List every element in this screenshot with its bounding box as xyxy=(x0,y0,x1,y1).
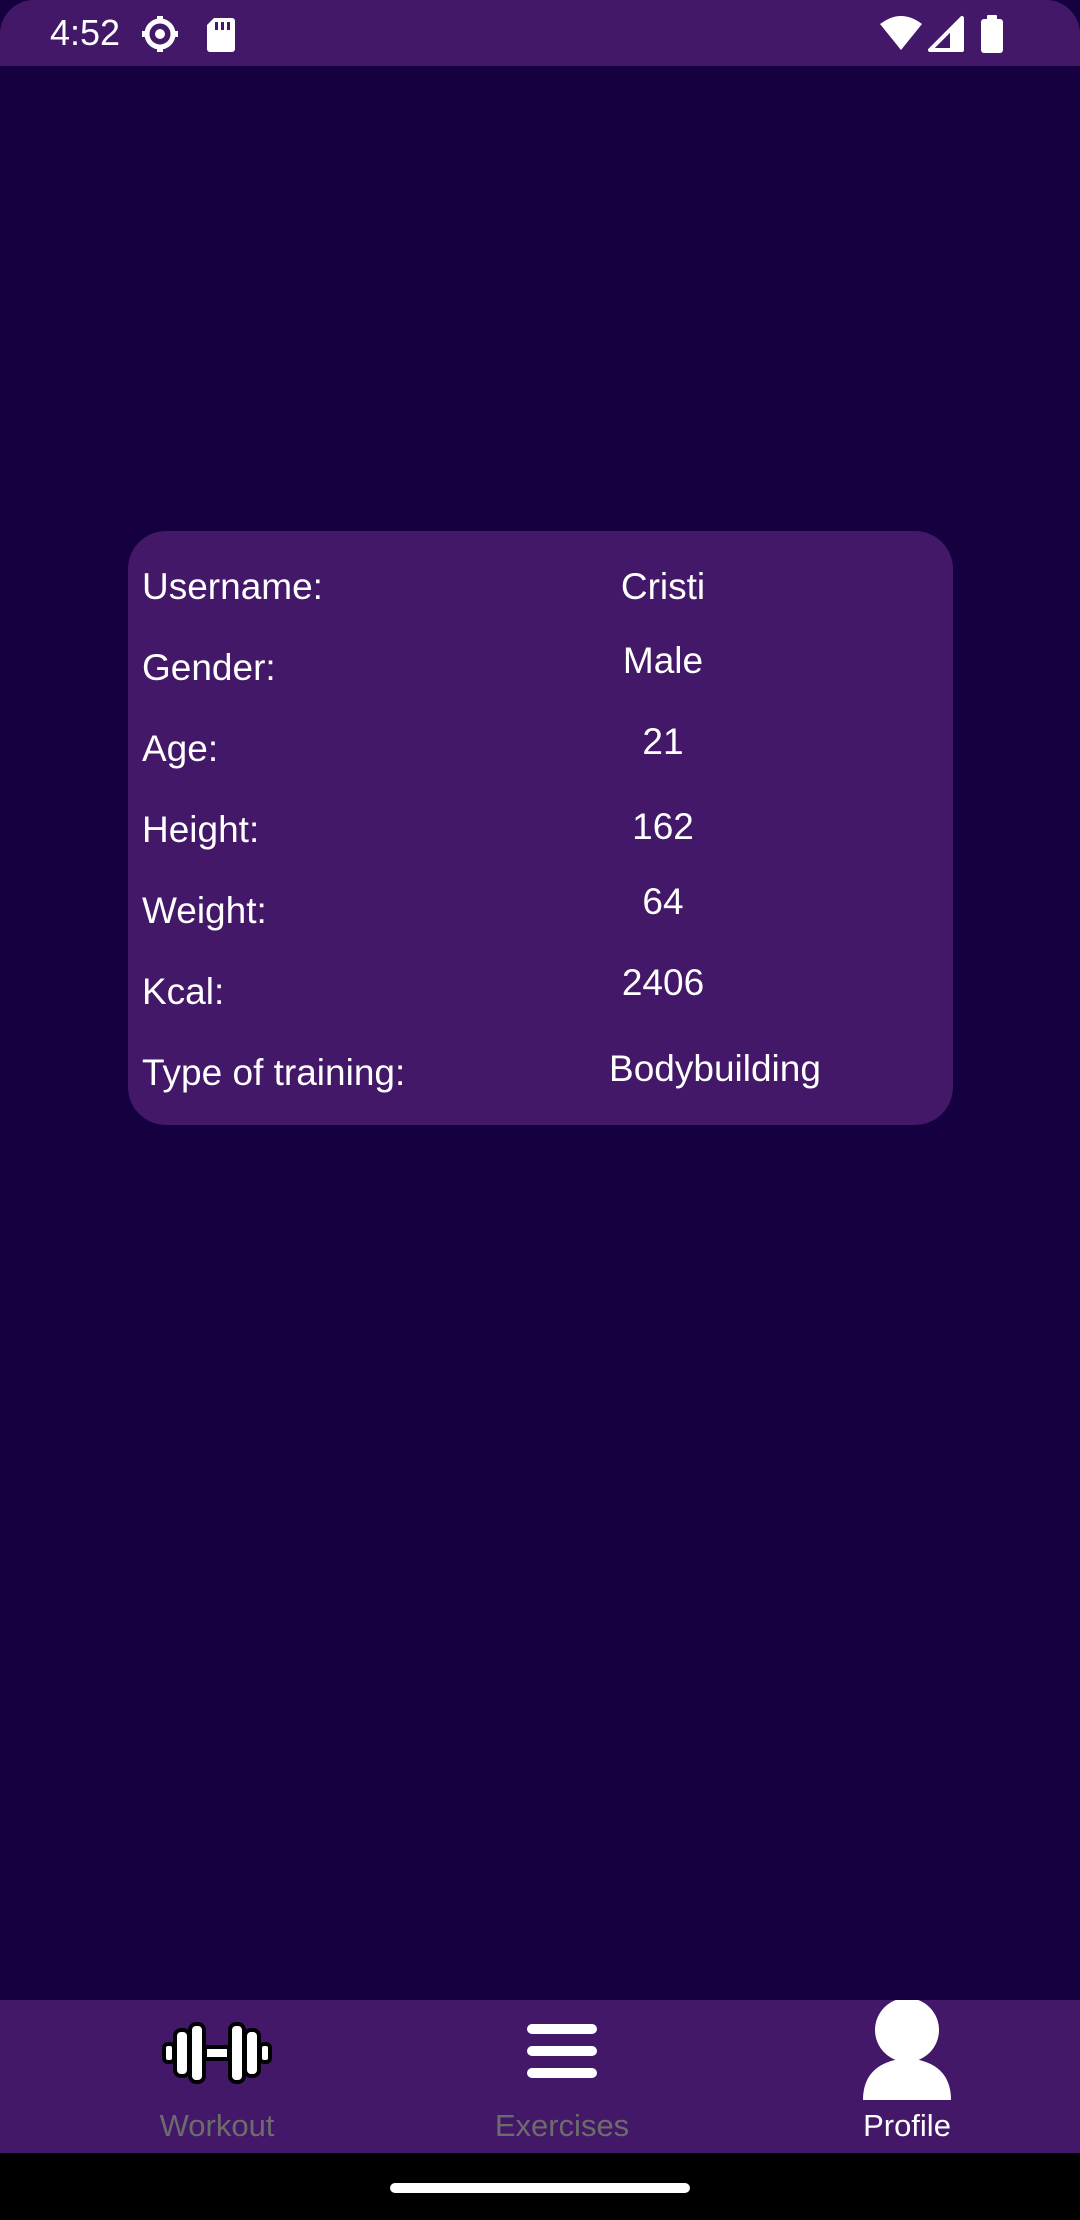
gender-label: Gender: xyxy=(142,647,276,688)
training-type-label: Type of training: xyxy=(142,1052,406,1093)
status-bar: 4:52 xyxy=(0,0,1080,66)
battery-icon xyxy=(978,14,1006,54)
profile-screen: 4:52 Username: Cristi Gender: Male Age: … xyxy=(0,0,1080,2220)
settings-gear-icon xyxy=(140,14,180,54)
wifi-icon xyxy=(878,14,924,54)
nav-label-exercises: Exercises xyxy=(494,2108,630,2143)
weight-value: 64 xyxy=(642,881,684,922)
nav-item-profile[interactable]: Profile xyxy=(727,2000,1080,2153)
dumbbell-icon xyxy=(162,2020,272,2086)
username-label: Username: xyxy=(142,566,323,607)
nav-item-workout[interactable]: Workout xyxy=(37,2000,397,2153)
nav-label-profile: Profile xyxy=(863,2108,951,2143)
home-gesture-handle[interactable] xyxy=(390,2183,690,2193)
username-value: Cristi xyxy=(620,566,706,607)
sd-card-icon xyxy=(204,14,238,54)
nav-label-workout: Workout xyxy=(159,2108,275,2143)
nav-item-exercises[interactable]: Exercises xyxy=(382,2000,742,2153)
person-icon xyxy=(859,2000,955,2100)
kcal-label: Kcal: xyxy=(142,971,225,1012)
system-gesture-bar xyxy=(0,2153,1080,2220)
height-label: Height: xyxy=(142,809,260,850)
status-time: 4:52 xyxy=(50,12,121,53)
age-value: 21 xyxy=(642,721,684,762)
age-label: Age: xyxy=(142,728,219,769)
profile-card: Username: Cristi Gender: Male Age: 21 He… xyxy=(128,531,953,1125)
weight-label: Weight: xyxy=(142,890,267,931)
kcal-value: 2406 xyxy=(621,962,705,1003)
bottom-navigation: Workout Exercises Profile xyxy=(0,2000,1080,2153)
gender-value: Male xyxy=(622,640,704,681)
menu-icon xyxy=(525,2018,599,2084)
height-value: 162 xyxy=(632,806,694,847)
training-type-value: Bodybuilding xyxy=(609,1048,821,1089)
cell-signal-icon xyxy=(928,14,966,54)
